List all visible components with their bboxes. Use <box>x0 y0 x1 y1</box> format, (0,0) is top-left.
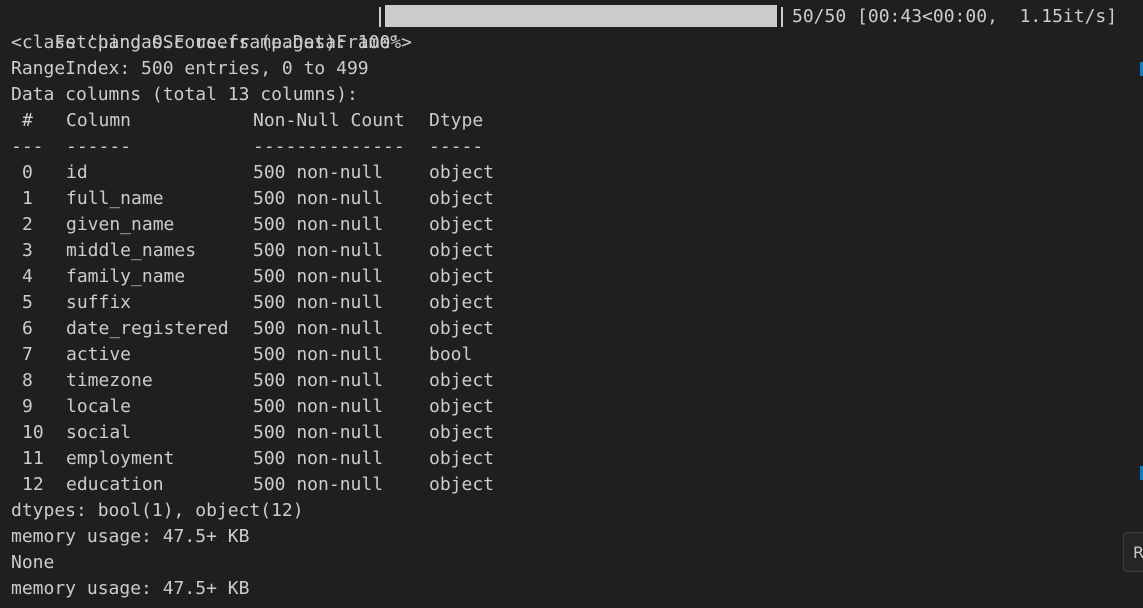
table-row: 1 full_name 500 non-null object <box>11 186 1143 212</box>
header-num: # <box>22 110 33 131</box>
row-dtype: object <box>429 370 495 391</box>
row-num: 3 <box>22 240 33 261</box>
table-separator: --- ------ -------------- ----- <box>11 134 1143 160</box>
row-dtype: object <box>429 188 495 209</box>
row-column: date_registered <box>66 318 229 339</box>
row-column: middle_names <box>66 240 197 261</box>
row-column: timezone <box>66 370 153 391</box>
row-num: 7 <box>22 344 33 365</box>
row-num: 8 <box>22 370 33 391</box>
progress-bar-left-edge <box>379 7 381 27</box>
row-count: 500 non-null <box>253 292 384 313</box>
row-dtype: object <box>429 266 495 287</box>
separator-num: --- <box>11 136 44 157</box>
row-count: 500 non-null <box>253 214 384 235</box>
row-count: 500 non-null <box>253 318 384 339</box>
row-column: employment <box>66 448 175 469</box>
table-rows: 0 id 500 non-null object 1 full_name 500 non-n… <box>11 160 1143 498</box>
row-column: family_name <box>66 266 186 287</box>
row-num: 9 <box>22 396 33 417</box>
row-num: 1 <box>22 188 33 209</box>
header-count: Non-Null Count <box>253 110 405 131</box>
row-column: active <box>66 344 132 365</box>
row-dtype: object <box>429 162 495 183</box>
row-num: 0 <box>22 162 33 183</box>
row-num: 6 <box>22 318 33 339</box>
row-column: education <box>66 474 164 495</box>
dtypes-line: dtypes: bool(1), object(12) <box>11 500 304 521</box>
none-line: None <box>11 552 55 573</box>
edge-tab[interactable]: R <box>1123 532 1143 572</box>
row-dtype: object <box>429 396 495 417</box>
row-column: suffix <box>66 292 132 313</box>
table-row: 7 active 500 non-null bool <box>11 342 1143 368</box>
table-row: 4 family_name 500 non-null object <box>11 264 1143 290</box>
table-row: 9 locale 500 non-null object <box>11 394 1143 420</box>
table-row: 11 employment 500 non-null object <box>11 446 1143 472</box>
progress-suffix: 50/50 [00:43<00:00, 1.15it/s] <box>792 6 1118 27</box>
class-line: <class 'pandas.core.frame.DataFrame'> <box>11 32 412 53</box>
row-dtype: object <box>429 292 495 313</box>
progress-bar-right-edge <box>781 7 783 27</box>
table-row: 8 timezone 500 non-null object <box>11 368 1143 394</box>
row-count: 500 non-null <box>253 344 384 365</box>
separator-count: -------------- <box>253 136 405 157</box>
row-dtype: object <box>429 422 495 443</box>
row-dtype: object <box>429 214 495 235</box>
row-dtype: object <box>429 318 495 339</box>
memory-usage-line-2: memory usage: 47.5+ KB <box>11 578 250 599</box>
table-row: 10 social 500 non-null object <box>11 420 1143 446</box>
row-count: 500 non-null <box>253 266 384 287</box>
row-num: 5 <box>22 292 33 313</box>
header-dtype: Dtype <box>429 110 484 131</box>
row-count: 500 non-null <box>253 370 384 391</box>
table-row: 3 middle_names 500 non-null object <box>11 238 1143 264</box>
table-row: 0 id 500 non-null object <box>11 160 1143 186</box>
row-count: 500 non-null <box>253 422 384 443</box>
row-dtype: bool <box>429 344 473 365</box>
separator-dtype: ----- <box>429 136 484 157</box>
row-dtype: object <box>429 448 495 469</box>
row-dtype: object <box>429 474 495 495</box>
progress-bar-fill <box>385 5 777 27</box>
row-count: 500 non-null <box>253 448 384 469</box>
table-row: 6 date_registered 500 non-null object <box>11 316 1143 342</box>
row-count: 500 non-null <box>253 240 384 261</box>
row-num: 2 <box>22 214 33 235</box>
row-num: 4 <box>22 266 33 287</box>
range-index-line: RangeIndex: 500 entries, 0 to 499 <box>11 58 369 79</box>
row-num: 10 <box>22 422 44 443</box>
row-count: 500 non-null <box>253 474 384 495</box>
data-columns-line: Data columns (total 13 columns): <box>11 84 358 105</box>
row-column: id <box>66 162 88 183</box>
header-column: Column <box>66 110 132 131</box>
row-num: 12 <box>22 474 44 495</box>
terminal-output: Fetching OSF users (pages): 100% 50/50 [… <box>11 4 1143 602</box>
row-column: locale <box>66 396 132 417</box>
row-column: full_name <box>66 188 164 209</box>
row-column: given_name <box>66 214 175 235</box>
progress-line: Fetching OSF users (pages): 100% 50/50 [… <box>11 4 1143 53</box>
table-row: 12 education 500 non-null object <box>11 472 1143 498</box>
table-row: 2 given_name 500 non-null object <box>11 212 1143 238</box>
table-row: 5 suffix 500 non-null object <box>11 290 1143 316</box>
row-column: social <box>66 422 132 443</box>
row-count: 500 non-null <box>253 396 384 417</box>
table-header: # Column Non-Null Count Dtype <box>11 108 1143 134</box>
progress-bar <box>379 5 783 27</box>
row-num: 11 <box>22 448 44 469</box>
row-count: 500 non-null <box>253 162 384 183</box>
memory-usage-line: memory usage: 47.5+ KB <box>11 526 250 547</box>
separator-column: ------ <box>66 136 132 157</box>
row-dtype: object <box>429 240 495 261</box>
row-count: 500 non-null <box>253 188 384 209</box>
